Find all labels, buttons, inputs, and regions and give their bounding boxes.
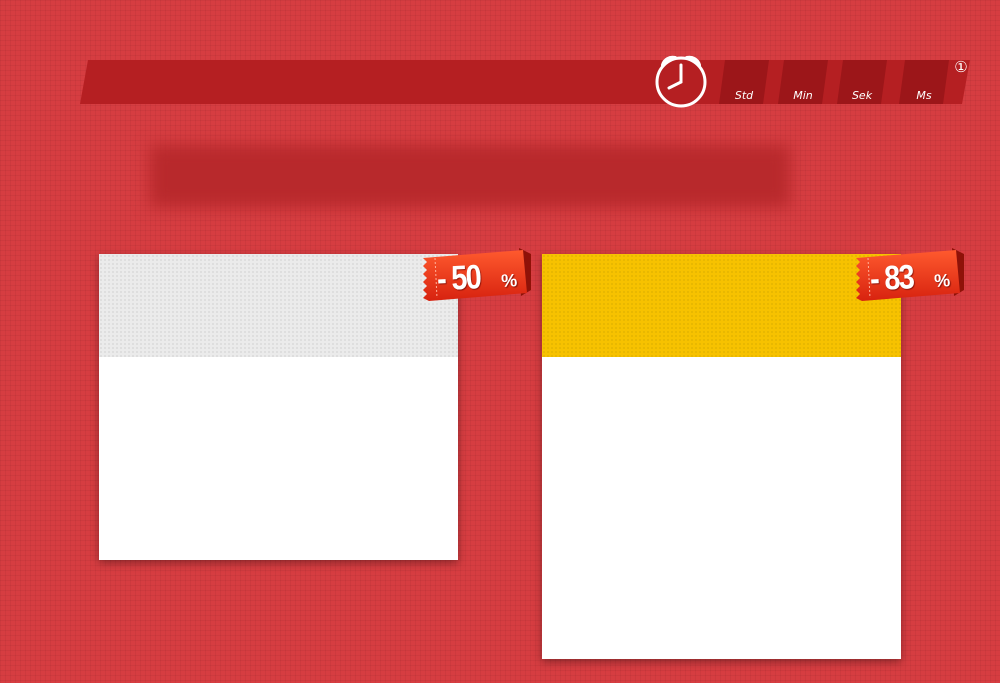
discount-label: - 83 % [869, 255, 963, 300]
discount-tag-1: - 50 % [423, 248, 531, 304]
info-icon[interactable]: ① [952, 58, 970, 76]
discount-label: - 50 % [436, 255, 530, 300]
seconds-label: Sek [851, 89, 873, 102]
alarm-clock-icon [653, 50, 713, 110]
minutes-label: Min [793, 89, 813, 102]
offer-card-body [542, 357, 901, 659]
offer-card-1[interactable] [99, 254, 458, 560]
offer-card-2[interactable] [542, 254, 901, 659]
countdown-timer-bar: Std Min Sek Ms ① [80, 55, 970, 108]
hours-label: Std [734, 89, 754, 102]
minutes-box: Min [778, 60, 828, 104]
discount-tag-2: - 83 % [856, 248, 964, 304]
seconds-box: Sek [837, 60, 887, 104]
discount-percent: % [500, 270, 518, 292]
milliseconds-label: Ms [916, 89, 932, 102]
offer-card-header [99, 254, 458, 357]
discount-value: - 83 [869, 258, 915, 299]
hours-box: Std [719, 60, 769, 104]
offer-card-header [542, 254, 901, 357]
offer-card-body [99, 357, 458, 560]
milliseconds-box: Ms [899, 60, 949, 104]
discount-percent: % [933, 270, 951, 292]
title-banner-placeholder [150, 145, 790, 207]
discount-value: - 50 [436, 258, 482, 299]
